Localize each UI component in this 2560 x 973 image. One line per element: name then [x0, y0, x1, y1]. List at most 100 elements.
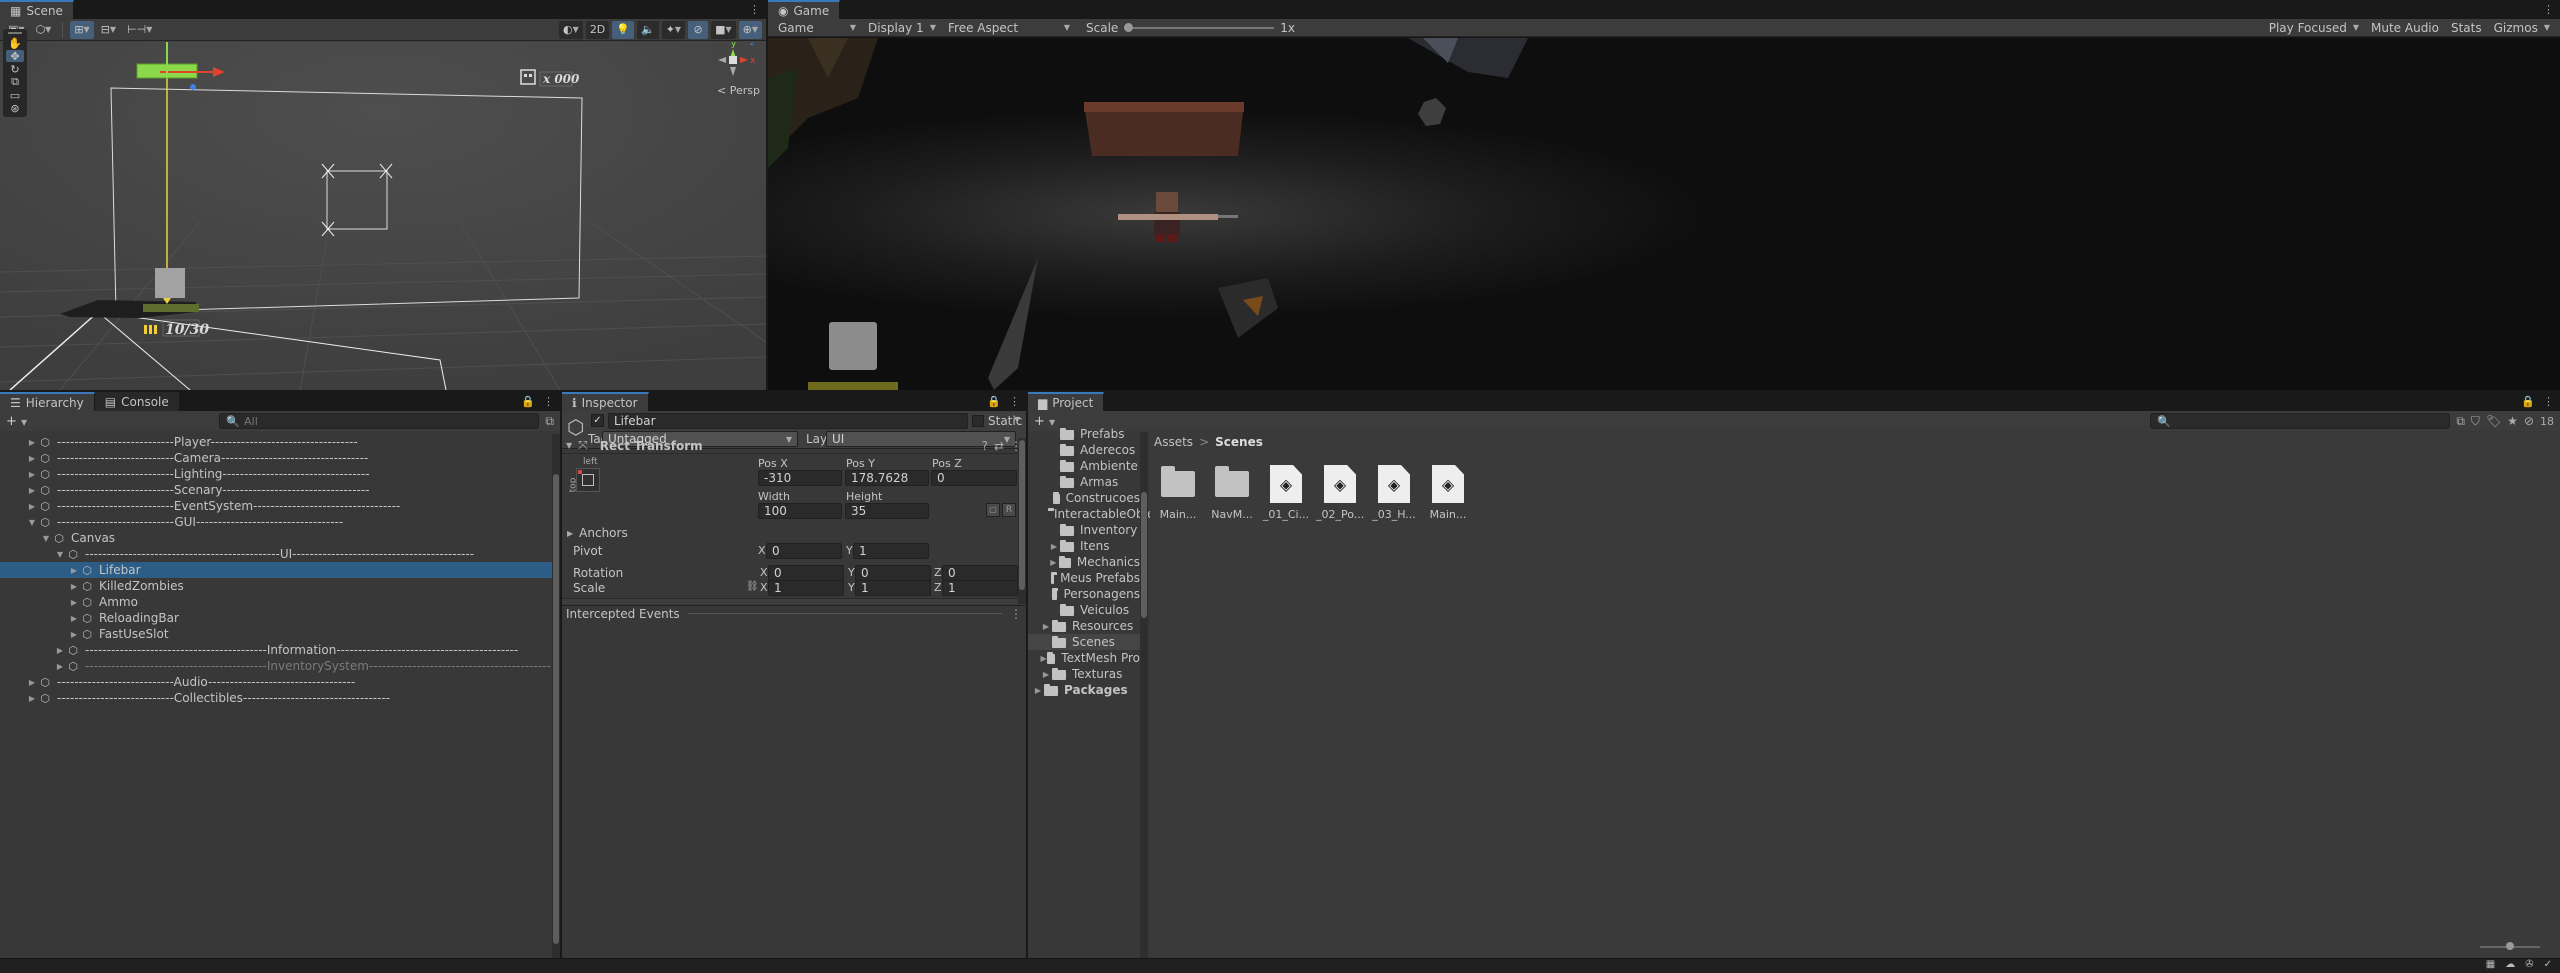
pos-z-field[interactable]: 0 — [931, 470, 1017, 486]
project-tree-item[interactable]: Aderecos — [1028, 442, 1140, 458]
fold-closed-icon[interactable]: ▶ — [68, 614, 80, 623]
project-tree-item[interactable]: InteractableObject — [1028, 506, 1166, 522]
scale-tool-icon[interactable]: ⧉ — [6, 75, 24, 88]
hierarchy-row[interactable]: ▶ ⬡ ---------------------------EventSystem… — [0, 498, 552, 514]
blueprint-mode-button[interactable]: ▢ — [986, 503, 1000, 517]
hierarchy-row[interactable]: ▶ ⬡ FastUseSlot — [0, 626, 552, 642]
scale-y-field[interactable]: 1 — [855, 580, 931, 596]
scene-viewport[interactable]: 10/30 x 000 y x z < Persp — [0, 42, 766, 390]
help-icon[interactable]: ? — [982, 439, 988, 453]
rect-tool-icon[interactable]: ▭ — [6, 89, 24, 102]
pos-y-field[interactable]: 178.7628 — [845, 470, 929, 486]
favorites-icon[interactable]: ★ — [2507, 414, 2518, 428]
fold-closed-icon[interactable]: ▶ — [1040, 622, 1052, 631]
tab-project[interactable]: ▆ Project — [1028, 392, 1105, 411]
rot-z-field[interactable]: 0 — [942, 565, 1018, 581]
tab-game[interactable]: ◉ Game — [768, 0, 841, 19]
breadcrumb-assets[interactable]: Assets — [1154, 435, 1193, 449]
fold-closed-icon[interactable]: ▶ — [26, 502, 38, 511]
lock-icon[interactable]: 🔒 — [521, 395, 535, 408]
fold-closed-icon[interactable]: ▶ — [1040, 670, 1052, 679]
move-gizmo-z-handle[interactable] — [190, 84, 196, 90]
anchors-foldout[interactable]: ▶ Anchors — [567, 526, 628, 540]
preset-icon[interactable]: ⇄ — [994, 439, 1004, 453]
fold-closed-icon[interactable]: ▶ — [54, 662, 66, 671]
fold-closed-icon[interactable]: ▶ — [26, 438, 38, 447]
transform-tool-icon[interactable]: ⊛ — [6, 102, 24, 115]
project-lock-icon[interactable]: 🔒 — [2521, 395, 2535, 408]
project-tree-item[interactable]: Veiculos — [1028, 602, 1140, 618]
game-viewport[interactable] — [768, 38, 2560, 390]
constrain-proportions-icon[interactable]: ⛓ — [746, 581, 759, 592]
hierarchy-menu-icon[interactable]: ⋮ — [543, 395, 554, 408]
anchor-preset-button[interactable] — [576, 468, 600, 492]
stats-button[interactable]: Stats — [2445, 19, 2488, 37]
project-tree-item[interactable]: ▶ Itens — [1028, 538, 1140, 554]
project-menu-icon[interactable]: ⋮ — [2543, 395, 2554, 408]
fold-closed-icon[interactable]: ▶ — [54, 646, 66, 655]
project-tree-item[interactable]: ▶ Resources — [1028, 618, 1140, 634]
project-tree-item[interactable]: Scenes — [1028, 634, 1140, 650]
scale-z-field[interactable]: 1 — [942, 580, 1018, 596]
project-tree-scroll-thumb[interactable] — [1141, 492, 1147, 618]
visibility-toggle-icon[interactable]: ⊘ — [688, 20, 709, 39]
component-fold-icon[interactable]: ▼ — [566, 441, 572, 450]
hierarchy-row[interactable]: ▶ ⬡ Ammo — [0, 594, 552, 610]
static-checkbox[interactable] — [972, 415, 984, 427]
scale-x-field[interactable]: 1 — [768, 580, 844, 596]
intercepted-menu-icon[interactable]: ⋮ — [1010, 607, 1022, 621]
asset-scene-file[interactable]: ◈ _02_Po... — [1316, 464, 1364, 521]
hierarchy-row[interactable]: ▶ ⬡ --------------------------------------… — [0, 658, 552, 674]
width-field[interactable]: 100 — [758, 503, 842, 519]
pivot-x-field[interactable]: 0 — [766, 543, 842, 559]
gizmos-icon[interactable]: ⊕ ▼ — [738, 20, 762, 39]
grid-snap-icon[interactable]: ⊞ ▼ — [70, 20, 94, 39]
search-by-label-icon[interactable]: ⛉ — [2471, 414, 2480, 429]
hierarchy-row[interactable]: ▼ ⬡ ---------------------------GUI--------… — [0, 514, 552, 530]
tab-inspector[interactable]: ℹ Inspector — [562, 392, 649, 411]
render-mode-icon[interactable]: ⬡ ▼ — [32, 21, 56, 39]
fold-open-icon[interactable]: ▼ — [26, 518, 38, 527]
game-mode-dropdown[interactable]: Game ▼ — [772, 19, 862, 37]
active-checkbox[interactable]: ✓ — [591, 414, 604, 427]
scale-slider[interactable] — [1124, 21, 1275, 35]
fold-closed-icon[interactable]: ▶ — [26, 454, 38, 463]
hierarchy-row[interactable]: ▶ ⬡ ReloadingBar — [0, 610, 552, 626]
snap-increment-icon[interactable]: ⊟ ▼ — [97, 21, 120, 39]
scene-panel-menu-icon[interactable]: ⋮ — [749, 3, 760, 16]
hierarchy-row[interactable]: ▼ ⬡ --------------------------------------… — [0, 546, 552, 562]
inspector-lock-icon[interactable]: 🔒 — [987, 395, 1001, 408]
rotate-tool-icon[interactable]: ↻ — [6, 63, 24, 76]
fold-closed-icon[interactable]: ▶ — [1048, 542, 1060, 551]
hierarchy-row[interactable]: ▶ ⬡ ---------------------------Scenary----… — [0, 482, 552, 498]
breadcrumb-scenes[interactable]: Scenes — [1215, 435, 1263, 449]
project-tree-item[interactable]: Meus Prefabs — [1028, 570, 1140, 586]
pos-x-field[interactable]: -310 — [758, 470, 842, 486]
static-dropdown-icon[interactable]: ▼ — [1014, 415, 1020, 424]
fold-closed-icon[interactable]: ▶ — [68, 598, 80, 607]
tab-hierarchy[interactable]: ☰ Hierarchy — [0, 392, 95, 411]
fold-open-icon[interactable]: ▼ — [54, 550, 66, 559]
inspector-scroll-thumb[interactable] — [1019, 440, 1025, 590]
hierarchy-row[interactable]: ▼ ⬡ Canvas — [0, 530, 552, 546]
tag-filter-icon[interactable]: 🏷 — [2486, 414, 2501, 428]
hierarchy-scroll-thumb[interactable] — [553, 474, 559, 944]
scene-visibility-icon[interactable]: ⧉ — [545, 414, 554, 429]
game-panel-menu-icon[interactable]: ⋮ — [2543, 3, 2554, 16]
project-tree-item[interactable]: Prefabs — [1028, 426, 1140, 442]
aspect-dropdown[interactable]: Free Aspect ▼ — [942, 19, 1076, 37]
fold-closed-icon[interactable]: ▶ — [26, 486, 38, 495]
hierarchy-scrollbar[interactable] — [552, 434, 560, 958]
move-tool-icon[interactable]: ✥ — [6, 50, 24, 63]
project-tree-item[interactable]: Inventory — [1028, 522, 1140, 538]
hierarchy-row[interactable]: ▶ ⬡ Lifebar — [0, 562, 552, 578]
lighting-toggle-icon[interactable]: 💡 — [612, 20, 634, 39]
fold-closed-icon[interactable]: ▶ — [68, 566, 80, 575]
fold-closed-icon[interactable]: ▶ — [68, 630, 80, 639]
notifications-icon[interactable]: ✓ — [2544, 959, 2552, 970]
hierarchy-row[interactable]: ▶ ⬡ ---------------------------Collectible… — [0, 690, 552, 706]
hierarchy-search-input[interactable]: 🔍 All — [219, 413, 540, 429]
asset-folder[interactable]: NavM... — [1208, 464, 1256, 521]
mute-audio-button[interactable]: Mute Audio — [2365, 19, 2445, 37]
project-tree-item[interactable]: ▶ TextMesh Pro — [1028, 650, 1140, 666]
